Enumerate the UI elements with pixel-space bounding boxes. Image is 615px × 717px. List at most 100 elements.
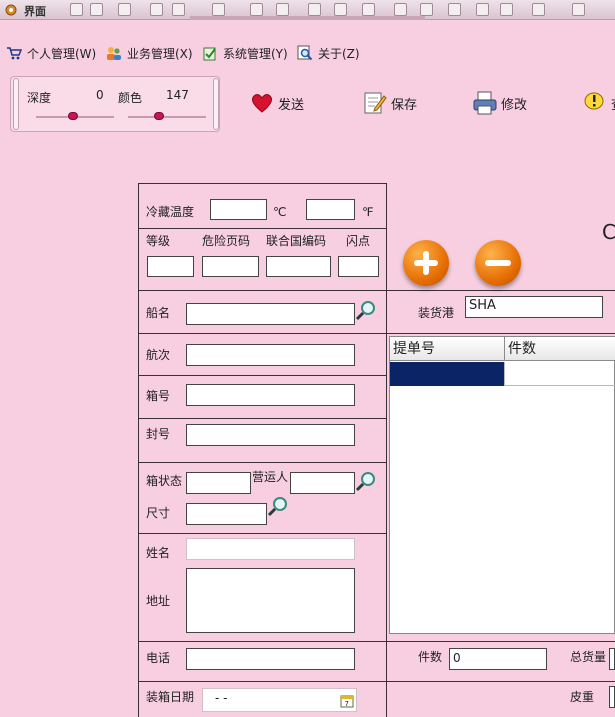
menubar: 个人管理(W) 业务管理(X) 系统管理(Y) 关于(Z) [0,40,615,66]
toolbar-doc-icon[interactable] [276,3,289,16]
toolbar-cursor-icon[interactable] [308,3,321,16]
reefer-temp-f-input[interactable] [306,199,355,220]
depth-label: 深度 [27,91,52,105]
toolbar-pen-icon[interactable] [172,3,185,16]
alert-icon [584,92,604,110]
form-tab-strip [190,16,425,20]
form-divider [386,333,615,334]
toolbar-panel-icon[interactable] [532,3,545,16]
users-icon [107,47,121,60]
operator-input[interactable] [290,472,355,494]
grid-col-pieces[interactable]: 件数 [504,337,615,361]
grid-selected-cell[interactable] [390,362,504,386]
color-slider-thumb[interactable] [154,112,164,120]
phone-label: 电话 [146,651,171,665]
toolbar-arrow-icon[interactable] [90,3,103,16]
send-label: 发送 [278,97,305,113]
toolbar-text-icon[interactable] [334,3,347,16]
pieces-value: 0 [453,651,461,665]
modify-button[interactable]: 修改 [472,86,527,120]
toolbar-brush-icon[interactable] [150,3,163,16]
slider-panel-right-handle [213,78,219,130]
remove-button[interactable] [475,240,521,286]
depth-slider-thumb[interactable] [68,112,78,120]
vessel-label: 船名 [146,306,171,320]
toolbar-frame-icon[interactable] [250,3,263,16]
menu-personal[interactable]: 个人管理(W) [6,44,96,62]
form-top-border [138,183,387,184]
toolbar-pointer-icon[interactable] [212,3,225,16]
grade-input[interactable] [147,256,194,277]
form-divider [138,375,387,376]
menu-about[interactable]: 关于(Z) [297,44,360,62]
operator-label: 营运人 [252,470,289,484]
toolbar-table-icon[interactable] [420,3,433,16]
toolbar-layout-icon[interactable] [572,3,585,16]
operator-search-icon[interactable] [354,470,378,494]
grid-cell[interactable] [504,362,615,386]
name-input[interactable] [186,538,355,560]
total-weight-input[interactable] [609,648,615,670]
vessel-search-icon[interactable] [354,299,378,323]
grid-col-bill-no[interactable]: 提单号 [390,337,504,361]
container-status-input[interactable] [186,472,251,494]
address-label: 地址 [146,594,171,608]
add-button[interactable] [403,240,449,286]
app-gear-icon [5,4,17,16]
size-input[interactable] [186,503,267,525]
fahrenheit-unit: ℉ [362,205,374,219]
calendar-icon[interactable]: 7 [340,694,354,708]
packing-date-value: - - [215,691,228,705]
window-title: 界面 [24,5,46,18]
send-button[interactable]: 发送 [249,86,304,120]
form-divider [138,228,387,229]
voyage-input[interactable] [186,344,355,366]
toolbar-grid-icon[interactable] [500,3,513,16]
toolbar-pause-icon[interactable] [118,3,131,16]
color-slider-track[interactable] [128,116,206,118]
view-label: 查 [611,94,615,113]
save-button[interactable]: 保存 [362,86,417,120]
size-search-icon[interactable] [266,495,290,519]
seal-no-input[interactable] [186,424,355,446]
address-textarea[interactable] [186,568,355,633]
packing-date-input[interactable]: - - [202,688,357,712]
flash-point-input[interactable] [338,256,379,277]
menu-business-label: 业务管理(X) [127,46,193,61]
size-label: 尺寸 [146,506,171,520]
un-code-input[interactable] [266,256,331,277]
view-button[interactable]: 查 [582,86,615,120]
menu-system[interactable]: 系统管理(Y) [202,44,288,62]
celsius-unit: ℃ [273,205,287,219]
grade-label: 等级 [146,234,171,248]
phone-input[interactable] [186,648,355,670]
bill-grid[interactable]: 提单号 件数 [389,336,615,634]
form-divider [138,462,387,463]
name-label: 姓名 [146,546,171,560]
reefer-temp-c-input[interactable] [210,199,267,220]
toolbar-list-icon[interactable] [394,3,407,16]
toolbar-close-icon[interactable] [448,3,461,16]
form-mid-border [386,183,387,717]
tare-input[interactable] [609,686,615,708]
svg-text:7: 7 [345,700,349,708]
menu-system-label: 系统管理(Y) [223,46,288,61]
magnifier-icon [297,45,313,61]
color-value: 147 [166,88,189,102]
pieces-input[interactable]: 0 [449,648,547,670]
menu-business[interactable]: 业务管理(X) [106,44,193,62]
toolbar-label-icon[interactable] [362,3,375,16]
depth-value: 0 [96,88,104,102]
cart-icon [7,47,22,60]
toolbar-radio-icon[interactable] [476,3,489,16]
loading-port-input[interactable]: SHA [465,296,603,318]
packing-date-label: 装箱日期 [146,690,195,704]
container-no-input[interactable] [186,384,355,406]
form-divider [138,681,615,682]
dangerous-page-input[interactable] [202,256,259,277]
printer-icon [473,91,497,115]
toolbar-play-icon[interactable] [70,3,83,16]
flash-point-label: 闪点 [346,234,371,248]
vessel-input[interactable] [186,303,355,325]
plus-icon-v [423,251,429,275]
